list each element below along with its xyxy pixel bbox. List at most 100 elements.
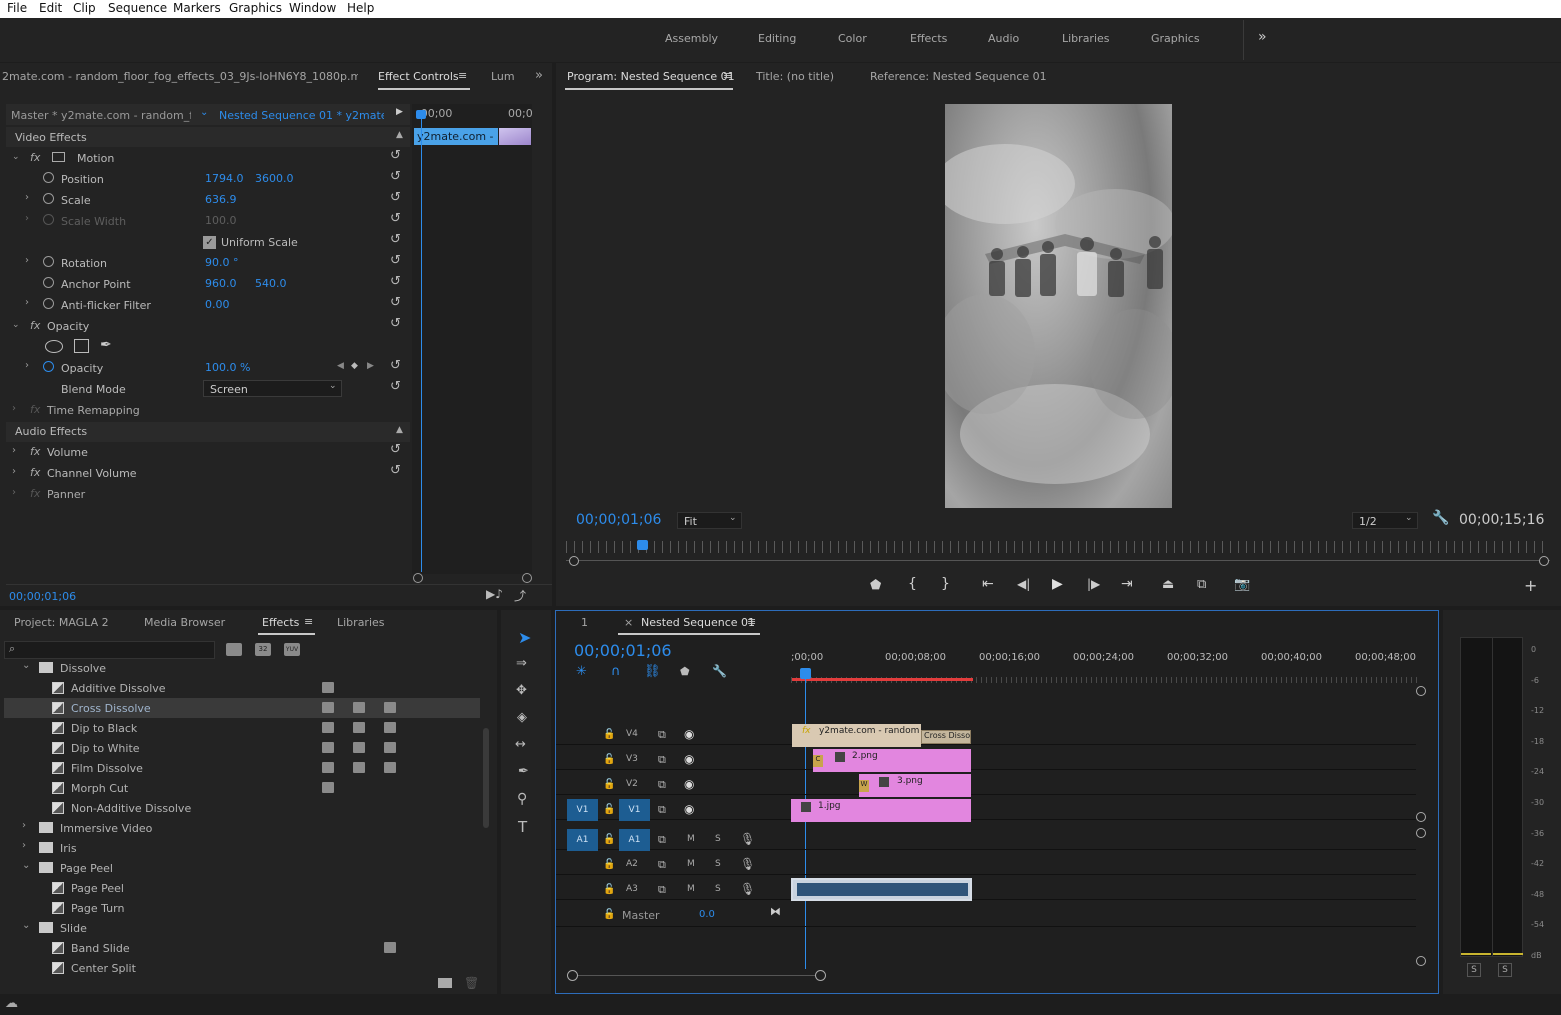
- expand-chevron-icon[interactable]: ›: [25, 213, 29, 224]
- trash-icon[interactable]: 🗑: [464, 976, 479, 990]
- step-forward-icon[interactable]: |▶: [1087, 577, 1100, 591]
- expand-chevron-icon[interactable]: ⌄: [22, 920, 30, 931]
- add-marker-icon[interactable]: ⬟: [870, 578, 881, 593]
- timeline-playhead-handle[interactable]: [800, 668, 811, 679]
- ellipse-mask-icon[interactable]: [45, 340, 63, 353]
- solo-right-button[interactable]: S: [1498, 963, 1512, 977]
- wrench-icon[interactable]: 🔧: [712, 664, 727, 678]
- lock-icon[interactable]: 🔓: [603, 884, 615, 895]
- effects-list-item[interactable]: Page Peel: [4, 878, 480, 898]
- reset-parameter-icon[interactable]: ↺: [390, 295, 401, 310]
- solo-left-button[interactable]: S: [1467, 963, 1481, 977]
- mark-in-icon[interactable]: {: [908, 576, 917, 592]
- zoom-tool-icon[interactable]: ⚲: [517, 791, 527, 807]
- expand-chevron-icon[interactable]: ›: [12, 403, 16, 414]
- collapse-up-icon[interactable]: ▲: [396, 130, 403, 140]
- effects-list-item[interactable]: Non-Additive Dissolve: [4, 798, 480, 818]
- scroll-handle-bottom[interactable]: [1416, 812, 1426, 822]
- reset-parameter-icon[interactable]: ↺: [390, 463, 401, 478]
- reset-parameter-icon[interactable]: ↺: [390, 190, 401, 205]
- scroll-handle-bottom[interactable]: [1416, 956, 1426, 966]
- tab-effect-controls[interactable]: Effect Controls: [378, 70, 459, 83]
- source-tab[interactable]: 2mate.com - random_floor_fog_effects_03_…: [2, 70, 358, 83]
- eye-icon[interactable]: ◉: [684, 802, 694, 816]
- clip-v3[interactable]: C 2.png: [813, 749, 971, 772]
- mini-clip-transition[interactable]: [499, 128, 531, 145]
- rotation-value[interactable]: 90.0 °: [205, 256, 239, 269]
- tab-program[interactable]: Program: Nested Sequence 01: [567, 70, 735, 83]
- scroll-handle-top[interactable]: [1416, 686, 1426, 696]
- effects-list-item[interactable]: Dip to White: [4, 738, 480, 758]
- hamburger-menu-icon[interactable]: ≡: [304, 615, 313, 628]
- tab-project[interactable]: Project: MAGLA 2: [14, 616, 109, 629]
- double-chevron-right-icon[interactable]: »: [1258, 29, 1267, 45]
- clip-v2[interactable]: W 3.png: [859, 774, 971, 797]
- menu-edit[interactable]: Edit: [39, 1, 62, 15]
- collapse-up-icon[interactable]: ▲: [396, 425, 403, 435]
- zoom-handle-right[interactable]: [522, 573, 532, 583]
- workspace-assembly[interactable]: Assembly: [665, 32, 718, 45]
- workspace-editing[interactable]: Editing: [758, 32, 796, 45]
- effects-list-item[interactable]: Page Turn: [4, 898, 480, 918]
- 32bit-filter-icon[interactable]: 32: [255, 643, 271, 656]
- scroll-handle-top[interactable]: [1416, 828, 1426, 838]
- add-button-icon[interactable]: +: [1524, 576, 1537, 595]
- hamburger-menu-icon[interactable]: ≡: [747, 615, 756, 628]
- workspace-color[interactable]: Color: [838, 32, 867, 45]
- zoom-handle-left[interactable]: [413, 573, 423, 583]
- lock-icon[interactable]: 🔓: [603, 779, 615, 790]
- workspace-graphics[interactable]: Graphics: [1151, 32, 1200, 45]
- track-target-a2[interactable]: A2: [626, 859, 638, 869]
- menu-markers[interactable]: Markers: [173, 1, 221, 15]
- transform-handle-icon[interactable]: [52, 152, 65, 162]
- anchor-x-value[interactable]: 960.0: [205, 277, 237, 290]
- lock-icon[interactable]: 🔓: [603, 754, 615, 765]
- effects-list-item[interactable]: ⌄ Slide: [4, 918, 480, 938]
- mute-button[interactable]: M: [687, 859, 695, 869]
- sync-lock-icon[interactable]: ⧉: [658, 728, 666, 742]
- sync-lock-icon[interactable]: ⧉: [658, 778, 666, 792]
- zoom-handle-right[interactable]: [1539, 556, 1549, 566]
- eye-icon[interactable]: ◉: [684, 727, 694, 741]
- sequence-clip-label[interactable]: Nested Sequence 01 * y2mate.c...: [219, 109, 384, 122]
- effects-list-item[interactable]: Morph Cut: [4, 778, 480, 798]
- menu-sequence[interactable]: Sequence: [108, 1, 167, 15]
- source-patch-v1[interactable]: V1: [567, 799, 598, 821]
- cross-dissolve-transition[interactable]: Cross Dissol: [921, 730, 971, 744]
- slip-tool-icon[interactable]: ↔: [515, 737, 526, 752]
- track-select-tool-icon[interactable]: ⇒: [516, 656, 527, 671]
- expand-chevron-icon[interactable]: ›: [25, 297, 29, 308]
- mark-out-icon[interactable]: }: [941, 576, 950, 592]
- clip-v1[interactable]: 1.jpg: [791, 799, 971, 822]
- eye-icon[interactable]: ◉: [684, 777, 694, 791]
- reset-parameter-icon[interactable]: ↺: [390, 253, 401, 268]
- razor-tool-icon[interactable]: ◈: [517, 710, 527, 725]
- play-audio-icon[interactable]: ▶♪: [486, 587, 503, 601]
- zoom-handle-left[interactable]: [569, 556, 579, 566]
- expand-chevron-icon[interactable]: ⌄: [12, 152, 20, 162]
- eye-icon[interactable]: ◉: [684, 752, 694, 766]
- menu-window[interactable]: Window: [289, 1, 336, 15]
- track-target-v1[interactable]: V1: [619, 799, 650, 821]
- track-target-v2[interactable]: V2: [626, 779, 638, 789]
- source-patch-a1[interactable]: A1: [567, 829, 598, 851]
- rectangle-mask-icon[interactable]: [74, 339, 89, 353]
- stopwatch-icon[interactable]: [43, 193, 54, 204]
- effects-list-item[interactable]: ⌄ Dissolve: [4, 662, 480, 678]
- expand-chevron-icon[interactable]: ›: [25, 192, 29, 203]
- prev-keyframe-icon[interactable]: ◀: [337, 361, 344, 371]
- cloud-status-icon[interactable]: ☁: [5, 996, 18, 1011]
- solo-button[interactable]: S: [715, 884, 721, 894]
- track-target-a1[interactable]: A1: [619, 829, 650, 851]
- expand-chevron-icon[interactable]: ›: [12, 466, 16, 477]
- tab-title[interactable]: Title: (no title): [756, 70, 834, 83]
- workspace-effects[interactable]: Effects: [910, 32, 947, 45]
- effects-list-item[interactable]: › Immersive Video: [4, 818, 480, 838]
- lock-icon[interactable]: 🔓: [603, 834, 615, 845]
- reset-parameter-icon[interactable]: ↺: [390, 379, 401, 394]
- sync-lock-icon[interactable]: ⧉: [658, 883, 666, 897]
- position-x-value[interactable]: 1794.0: [205, 172, 244, 185]
- stopwatch-icon[interactable]: [43, 277, 54, 288]
- expand-chevron-icon[interactable]: ›: [22, 820, 26, 831]
- lock-icon[interactable]: 🔓: [603, 729, 615, 740]
